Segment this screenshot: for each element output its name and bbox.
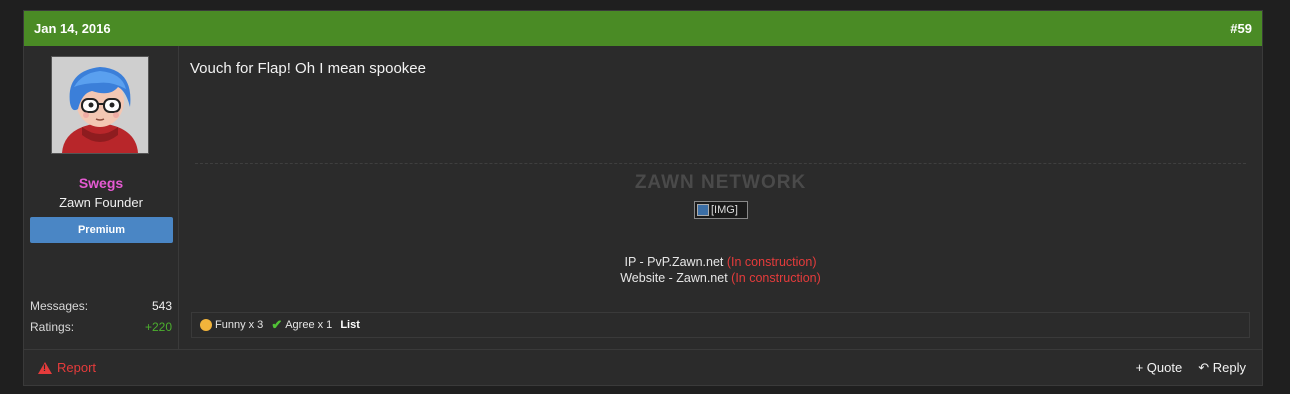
post-container: Jan 14, 2016 #59 Swegs Zawn Founder Prem… xyxy=(23,10,1263,386)
username-link[interactable]: Swegs xyxy=(24,175,178,191)
signature-line-note: (In construction) xyxy=(726,255,817,269)
image-alt-text: [IMG] xyxy=(711,204,738,216)
user-title: Zawn Founder xyxy=(59,195,143,210)
avatar-image xyxy=(52,57,148,153)
post-actions: + Quote ↶ Reply xyxy=(1136,360,1246,376)
signature-line-text: IP - PvP.Zawn.net xyxy=(624,255,724,269)
signature-line: Website - Zawn.net (In construction) xyxy=(179,271,1262,285)
stat-ratings: Ratings: +220 xyxy=(30,320,172,334)
reactions-list-link[interactable]: List xyxy=(340,319,360,331)
reaction-label: Funny x 3 xyxy=(215,319,264,331)
reply-button[interactable]: ↶ Reply xyxy=(1198,360,1246,376)
signature-divider xyxy=(195,163,1246,164)
checkmark-icon: ✔ xyxy=(271,317,283,332)
stat-value[interactable]: +220 xyxy=(145,320,172,334)
post-permalink[interactable]: #59 xyxy=(1230,21,1252,36)
reply-label: Reply xyxy=(1212,359,1246,375)
signature-line: IP - PvP.Zawn.net (In construction) xyxy=(179,255,1262,269)
reaction-agree[interactable]: ✔ Agree x 1 xyxy=(271,317,332,333)
signature-title: ZAWN NETWORK xyxy=(634,172,807,193)
premium-banner: Premium xyxy=(30,217,173,243)
post-body: Swegs Zawn Founder Premium Messages: 543… xyxy=(24,46,1262,350)
stat-value[interactable]: 543 xyxy=(152,299,172,313)
warning-icon xyxy=(38,361,52,374)
reaction-funny[interactable]: Funny x 3 xyxy=(200,319,263,331)
reactions-bar: Funny x 3 ✔ Agree x 1 List xyxy=(191,312,1250,338)
report-link[interactable]: Report xyxy=(38,360,96,375)
user-info-panel: Swegs Zawn Founder Premium Messages: 543… xyxy=(24,46,179,350)
avatar[interactable] xyxy=(51,56,149,154)
reply-icon: ↶ xyxy=(1198,359,1210,375)
reaction-label: Agree x 1 xyxy=(285,319,333,331)
stat-label: Ratings: xyxy=(30,320,75,334)
stat-label: Messages: xyxy=(30,299,89,313)
report-label: Report xyxy=(57,360,97,375)
funny-emoji-icon xyxy=(200,319,212,331)
post-content: Vouch for Flap! Oh I mean spookee ZAWN N… xyxy=(179,46,1262,350)
post-header: Jan 14, 2016 #59 xyxy=(24,11,1262,46)
post-date[interactable]: Jan 14, 2016 xyxy=(34,21,111,36)
post-footer: Report + Quote ↶ Reply xyxy=(24,349,1262,385)
stat-messages: Messages: 543 xyxy=(30,299,172,313)
signature-image[interactable]: [IMG] xyxy=(694,201,748,219)
broken-image-icon xyxy=(697,204,709,216)
quote-button[interactable]: + Quote xyxy=(1136,360,1183,376)
signature-line-note: (In construction) xyxy=(731,271,821,285)
signature-line-text: Website - Zawn.net xyxy=(620,271,728,285)
post-message: Vouch for Flap! Oh I mean spookee xyxy=(190,60,426,77)
